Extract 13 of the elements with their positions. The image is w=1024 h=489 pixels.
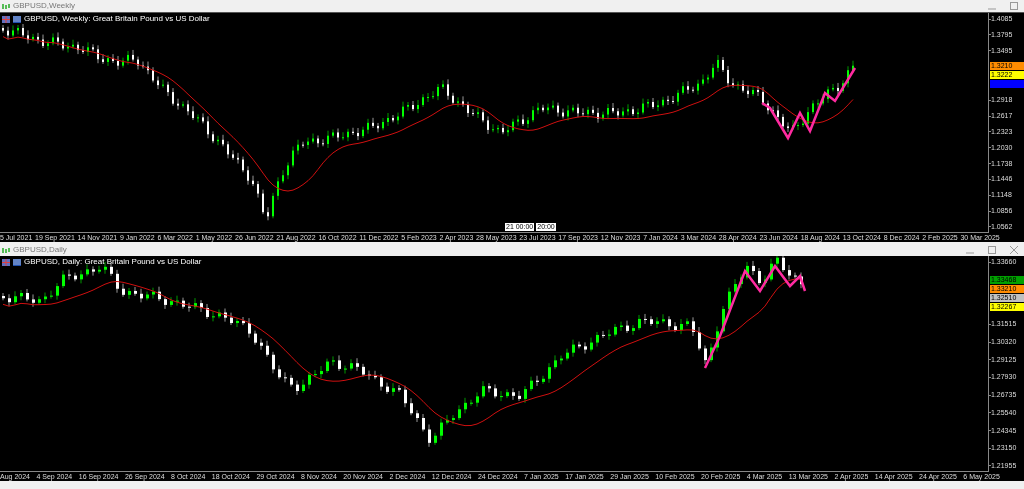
- window-title: GBPUSD,Weekly: [13, 2, 76, 10]
- chart-icon: [2, 246, 10, 254]
- flag-icon: [2, 258, 10, 266]
- flag-icon: [13, 258, 21, 266]
- maximize-icon[interactable]: [988, 246, 996, 254]
- flag-icon: [13, 15, 21, 23]
- chart-title: GBPUSD, Weekly: Great Britain Pound vs US Dollar: [24, 15, 210, 23]
- chart-title: GBPUSD, Daily: Great Britain Pound vs US Dollar: [24, 258, 202, 266]
- chart-icon: [2, 2, 10, 10]
- window-title: GBPUSD,Daily: [13, 246, 67, 254]
- flag-icon: [2, 15, 10, 23]
- maximize-icon[interactable]: [1010, 2, 1018, 10]
- close-icon[interactable]: [1010, 246, 1018, 254]
